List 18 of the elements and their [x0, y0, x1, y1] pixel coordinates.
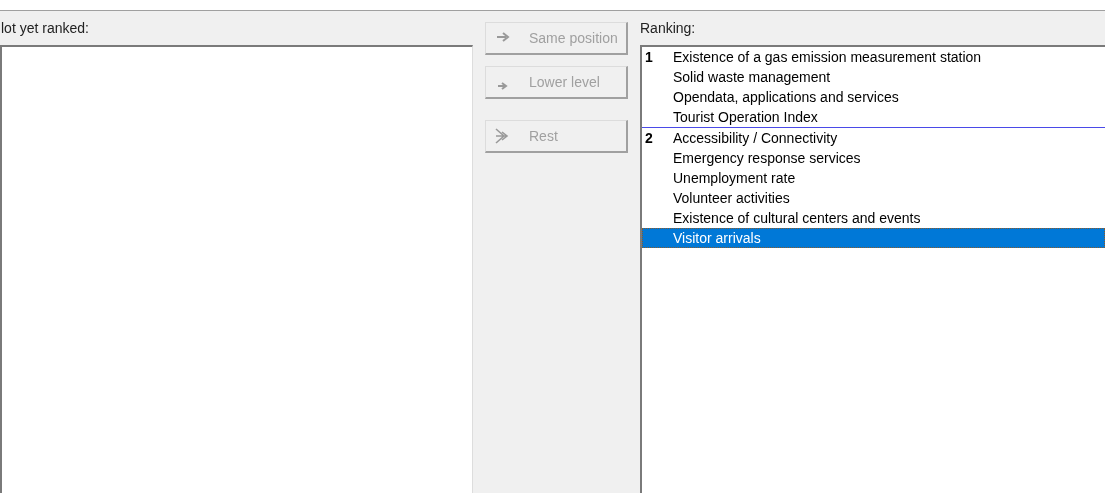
rank-number: 2 [644, 128, 654, 148]
ranking-row[interactable]: Tourist Operation Index [642, 107, 1105, 127]
ranking-row[interactable]: 1 Existence of a gas emission measurement station [642, 47, 1105, 67]
arrow-icon [497, 81, 509, 91]
ranking-row[interactable]: Emergency response services [642, 148, 1105, 168]
ranking-row[interactable]: Solid waste management [642, 67, 1105, 87]
ranking-row[interactable]: 2 Accessibility / Connectivity [642, 128, 1105, 148]
arrow-icon [496, 32, 510, 44]
ranking-row[interactable]: Volunteer activities [642, 188, 1105, 208]
ranking-row[interactable]: Unemployment rate [642, 168, 1105, 188]
ranking-row[interactable]: Visitor arrivals [642, 228, 1105, 248]
rank-number: 1 [644, 47, 654, 67]
unranked-list[interactable] [0, 45, 473, 493]
panel-label: Ranking: [640, 18, 696, 38]
panel-label: lot yet ranked: [1, 18, 89, 38]
arrow-icon [495, 128, 511, 144]
ranking-row[interactable]: Existence of cultural centers and events [642, 208, 1105, 228]
ranking-row[interactable]: Opendata, applications and services [642, 87, 1105, 107]
